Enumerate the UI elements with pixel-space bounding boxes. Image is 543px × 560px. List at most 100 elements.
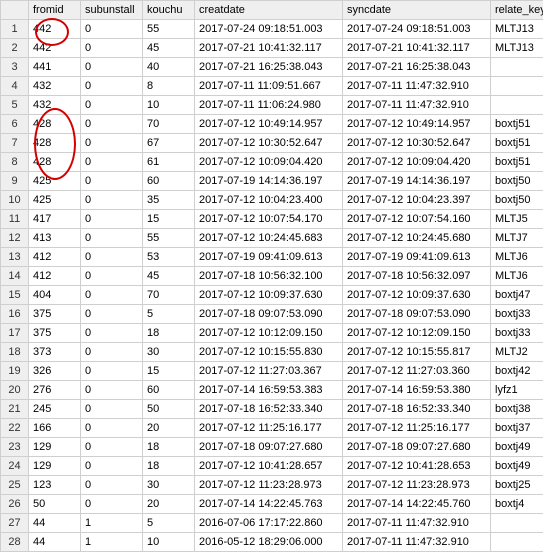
- cell-creatdate[interactable]: 2017-07-14 14:22:45.763: [195, 495, 343, 514]
- cell-subunstall[interactable]: 1: [81, 533, 143, 552]
- cell-relate-key[interactable]: MLTJ5: [491, 210, 543, 229]
- cell-syncdate[interactable]: 2017-07-12 11:27:03.360: [343, 362, 491, 381]
- row-number[interactable]: 27: [1, 514, 29, 533]
- cell-creatdate[interactable]: 2017-07-21 16:25:38.043: [195, 58, 343, 77]
- row-number[interactable]: 3: [1, 58, 29, 77]
- row-number[interactable]: 2: [1, 39, 29, 58]
- cell-kouchu[interactable]: 18: [143, 457, 195, 476]
- cell-syncdate[interactable]: 2017-07-11 11:47:32.910: [343, 514, 491, 533]
- table-row[interactable]: 114170152017-07-12 10:07:54.1702017-07-1…: [1, 210, 543, 229]
- cell-creatdate[interactable]: 2017-07-12 10:04:23.400: [195, 191, 343, 210]
- cell-relate-key[interactable]: MLTJ2: [491, 343, 543, 362]
- table-row[interactable]: 24420452017-07-21 10:41:32.1172017-07-21…: [1, 39, 543, 58]
- cell-subunstall[interactable]: 0: [81, 476, 143, 495]
- cell-creatdate[interactable]: 2017-07-24 09:18:51.003: [195, 20, 343, 39]
- cell-fromid[interactable]: 432: [29, 96, 81, 115]
- table-row[interactable]: 154040702017-07-12 10:09:37.6302017-07-1…: [1, 286, 543, 305]
- cell-kouchu[interactable]: 20: [143, 495, 195, 514]
- cell-creatdate[interactable]: 2017-07-12 11:23:28.973: [195, 476, 343, 495]
- cell-subunstall[interactable]: 0: [81, 286, 143, 305]
- cell-subunstall[interactable]: 0: [81, 153, 143, 172]
- cell-syncdate[interactable]: 2017-07-18 16:52:33.340: [343, 400, 491, 419]
- cell-subunstall[interactable]: 0: [81, 324, 143, 343]
- cell-fromid[interactable]: 129: [29, 438, 81, 457]
- cell-creatdate[interactable]: 2017-07-18 10:56:32.100: [195, 267, 343, 286]
- cell-fromid[interactable]: 425: [29, 191, 81, 210]
- row-number[interactable]: 6: [1, 115, 29, 134]
- cell-subunstall[interactable]: 1: [81, 514, 143, 533]
- cell-relate-key[interactable]: boxtj50: [491, 191, 543, 210]
- cell-kouchu[interactable]: 15: [143, 210, 195, 229]
- cell-relate-key[interactable]: boxtj51: [491, 134, 543, 153]
- table-row[interactable]: 64280702017-07-12 10:49:14.9572017-07-12…: [1, 115, 543, 134]
- cell-syncdate[interactable]: 2017-07-12 10:09:04.420: [343, 153, 491, 172]
- row-number[interactable]: 20: [1, 381, 29, 400]
- cell-relate-key[interactable]: boxtj50: [491, 172, 543, 191]
- cell-relate-key[interactable]: boxtj33: [491, 324, 543, 343]
- cell-fromid[interactable]: 442: [29, 20, 81, 39]
- row-number[interactable]: 1: [1, 20, 29, 39]
- table-row[interactable]: 74280672017-07-12 10:30:52.6472017-07-12…: [1, 134, 543, 153]
- cell-relate-key[interactable]: [491, 58, 543, 77]
- cell-syncdate[interactable]: 2017-07-21 10:41:32.117: [343, 39, 491, 58]
- cell-relate-key[interactable]: boxtj47: [491, 286, 543, 305]
- cell-subunstall[interactable]: 0: [81, 495, 143, 514]
- cell-kouchu[interactable]: 70: [143, 115, 195, 134]
- cell-syncdate[interactable]: 2017-07-21 16:25:38.043: [343, 58, 491, 77]
- row-number[interactable]: 24: [1, 457, 29, 476]
- cell-subunstall[interactable]: 0: [81, 305, 143, 324]
- cell-fromid[interactable]: 442: [29, 39, 81, 58]
- row-number[interactable]: 23: [1, 438, 29, 457]
- header-subunstall[interactable]: subunstall: [81, 1, 143, 20]
- header-rownum[interactable]: [1, 1, 29, 20]
- cell-fromid[interactable]: 404: [29, 286, 81, 305]
- cell-creatdate[interactable]: 2017-07-12 10:24:45.683: [195, 229, 343, 248]
- cell-subunstall[interactable]: 0: [81, 381, 143, 400]
- row-number[interactable]: 21: [1, 400, 29, 419]
- cell-fromid[interactable]: 428: [29, 134, 81, 153]
- cell-creatdate[interactable]: 2017-07-19 09:41:09.613: [195, 248, 343, 267]
- cell-syncdate[interactable]: 2017-07-12 10:49:14.957: [343, 115, 491, 134]
- cell-syncdate[interactable]: 2017-07-14 16:59:53.380: [343, 381, 491, 400]
- header-relate-key[interactable]: relate_key: [491, 1, 543, 20]
- cell-creatdate[interactable]: 2017-07-12 11:25:16.177: [195, 419, 343, 438]
- table-row[interactable]: 231290182017-07-18 09:07:27.6802017-07-1…: [1, 438, 543, 457]
- cell-kouchu[interactable]: 60: [143, 172, 195, 191]
- cell-fromid[interactable]: 276: [29, 381, 81, 400]
- cell-kouchu[interactable]: 60: [143, 381, 195, 400]
- cell-creatdate[interactable]: 2017-07-12 10:07:54.170: [195, 210, 343, 229]
- cell-relate-key[interactable]: [491, 533, 543, 552]
- cell-subunstall[interactable]: 0: [81, 457, 143, 476]
- row-number[interactable]: 14: [1, 267, 29, 286]
- cell-relate-key[interactable]: boxtj42: [491, 362, 543, 381]
- cell-kouchu[interactable]: 8: [143, 77, 195, 96]
- cell-creatdate[interactable]: 2017-07-12 10:30:52.647: [195, 134, 343, 153]
- cell-creatdate[interactable]: 2017-07-18 09:07:53.090: [195, 305, 343, 324]
- cell-creatdate[interactable]: 2017-07-21 10:41:32.117: [195, 39, 343, 58]
- table-row[interactable]: 2744152016-07-06 17:17:22.8602017-07-11 …: [1, 514, 543, 533]
- table-row[interactable]: 104250352017-07-12 10:04:23.4002017-07-1…: [1, 191, 543, 210]
- cell-creatdate[interactable]: 2017-07-12 10:49:14.957: [195, 115, 343, 134]
- cell-creatdate[interactable]: 2017-07-18 09:07:27.680: [195, 438, 343, 457]
- cell-syncdate[interactable]: 2017-07-12 10:41:28.653: [343, 457, 491, 476]
- cell-subunstall[interactable]: 0: [81, 248, 143, 267]
- cell-syncdate[interactable]: 2017-07-12 10:09:37.630: [343, 286, 491, 305]
- cell-subunstall[interactable]: 0: [81, 210, 143, 229]
- cell-syncdate[interactable]: 2017-07-14 14:22:45.760: [343, 495, 491, 514]
- cell-creatdate[interactable]: 2017-07-14 16:59:53.383: [195, 381, 343, 400]
- cell-subunstall[interactable]: 0: [81, 438, 143, 457]
- cell-fromid[interactable]: 428: [29, 153, 81, 172]
- cell-relate-key[interactable]: boxtj25: [491, 476, 543, 495]
- header-kouchu[interactable]: kouchu: [143, 1, 195, 20]
- cell-kouchu[interactable]: 10: [143, 96, 195, 115]
- cell-fromid[interactable]: 373: [29, 343, 81, 362]
- cell-kouchu[interactable]: 30: [143, 343, 195, 362]
- cell-kouchu[interactable]: 15: [143, 362, 195, 381]
- cell-creatdate[interactable]: 2017-07-12 10:09:37.630: [195, 286, 343, 305]
- table-row[interactable]: 173750182017-07-12 10:12:09.1502017-07-1…: [1, 324, 543, 343]
- row-number[interactable]: 9: [1, 172, 29, 191]
- cell-subunstall[interactable]: 0: [81, 58, 143, 77]
- cell-subunstall[interactable]: 0: [81, 419, 143, 438]
- table-row[interactable]: 34410402017-07-21 16:25:38.0432017-07-21…: [1, 58, 543, 77]
- cell-kouchu[interactable]: 18: [143, 438, 195, 457]
